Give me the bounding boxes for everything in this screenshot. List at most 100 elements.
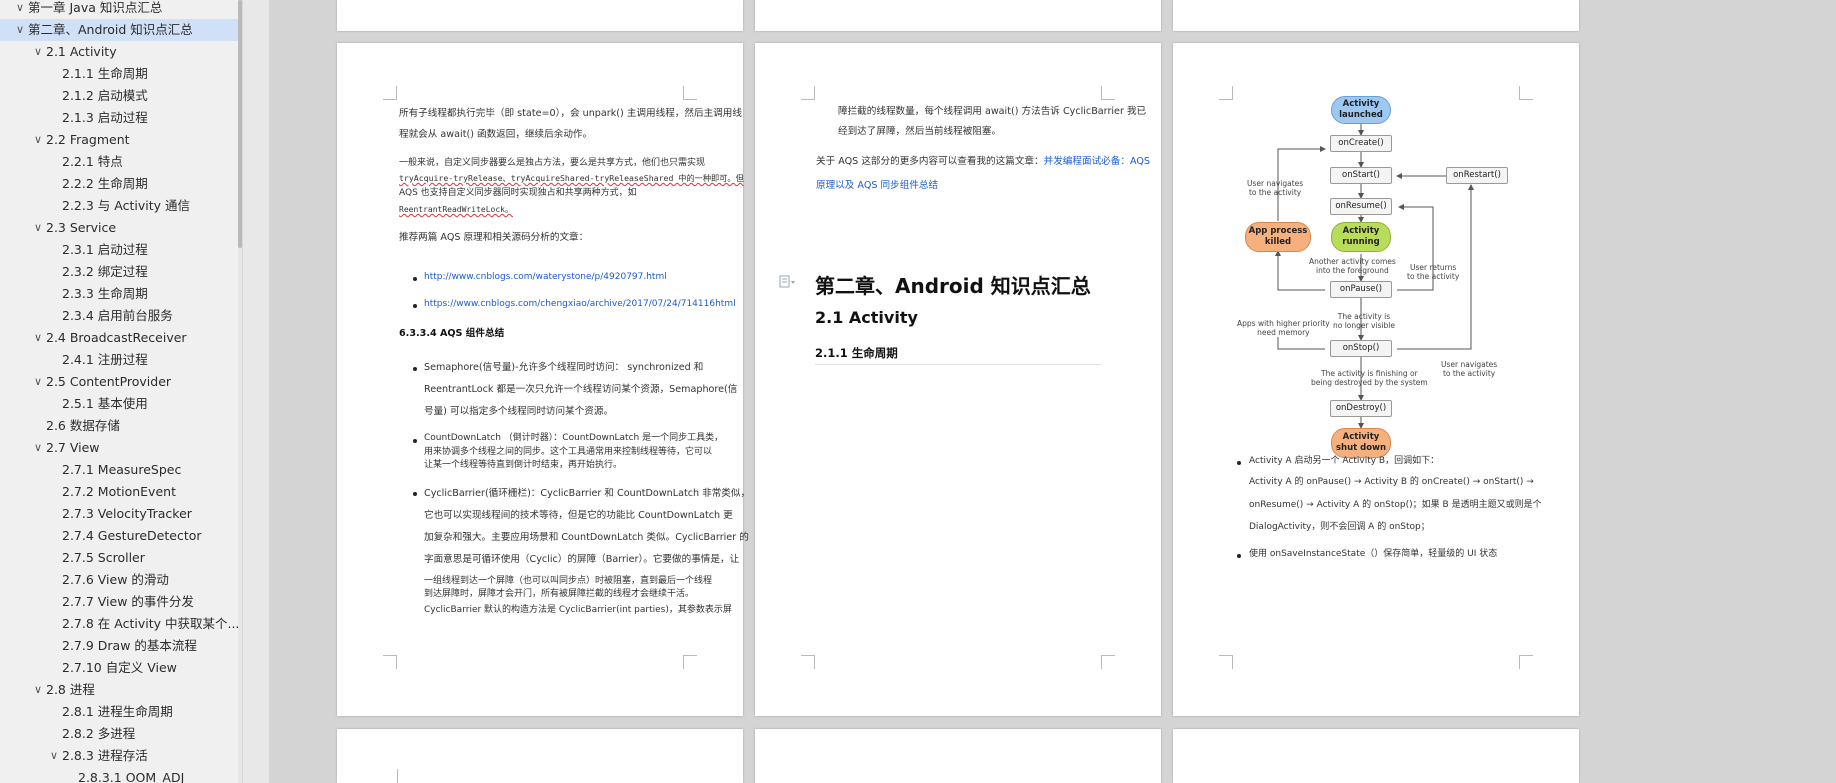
nav-item[interactable]: 2.8.1 进程生命周期 [0,701,241,723]
chevron-down-icon[interactable]: ∨ [30,129,46,151]
bullet-text: CyclicBarrier(循环栅栏)：CyclicBarrier 和 Coun… [424,488,751,499]
nav-item-label: 2.8 进程 [46,682,95,697]
nav-item[interactable]: 2.5.1 基本使用 [0,393,241,415]
activity-launched-node: Activity launched [1331,96,1391,124]
document-map-icon[interactable] [779,274,797,288]
chevron-down-icon[interactable]: ∨ [30,437,46,459]
bullet-text: 号量) 可以指定多个线程同时访问某个资源。 [424,406,614,417]
nav-item[interactable]: 2.3.4 启用前台服务 [0,305,241,327]
nav-item[interactable]: ∨ 2.5 ContentProvider [0,371,241,393]
nav-item[interactable]: ∨ 2.2 Fragment [0,129,241,151]
page-middle: 障拦截的线程数量，每个线程调用 await() 方法告诉 CyclicBarri… [755,43,1161,716]
nav-item[interactable]: ∨ 2.8.3 进程存活 [0,745,241,767]
nav-item[interactable]: 2.7.7 View 的事件分发 [0,591,241,613]
para-text: 推荐两篇 AQS 原理和相关源码分析的文章： [399,232,589,243]
nav-item-label: 2.8.3.1 OOM_ADJ [78,770,185,783]
nav-item[interactable]: 2.3.1 启动过程 [0,239,241,261]
chevron-down-icon[interactable]: ∨ [30,327,46,349]
nav-item[interactable]: 2.3.2 绑定过程 [0,261,241,283]
nav-item[interactable]: 2.1.2 启动模式 [0,85,241,107]
nav-item[interactable]: ∨ 2.1 Activity [0,41,241,63]
document-canvas: 所有子线程都执行完毕（即 state=0），会 unpark() 主调用线程，然… [269,0,1836,783]
chevron-down-icon[interactable]: ∨ [30,217,46,239]
subsection-title: 2.1.1 生命周期 [815,346,898,360]
nav-item[interactable]: 2.7.10 自定义 View [0,657,241,679]
note-user-returns: User returns to the activity [1407,263,1460,281]
nav-item-label: 2.3.1 启动过程 [62,242,148,257]
nav-item[interactable]: ∨ 第一章 Java 知识点汇总 [0,0,241,19]
nav-item[interactable]: 2.1.3 启动过程 [0,107,241,129]
nav-item[interactable]: 2.2.3 与 Activity 通信 [0,195,241,217]
nav-item[interactable]: 2.7.6 View 的滑动 [0,569,241,591]
chevron-down-icon[interactable]: ∨ [12,19,28,41]
nav-item[interactable]: 2.7.2 MotionEvent [0,481,241,503]
nav-item[interactable]: 2.7.1 MeasureSpec [0,459,241,481]
section-title: 2.1 Activity [815,308,918,327]
nav-item[interactable]: ∨ 2.7 View [0,437,241,459]
nav-item[interactable]: 2.7.4 GestureDetector [0,525,241,547]
heading-rule [815,364,1101,365]
onstart-node: onStart() [1330,167,1392,184]
bullet-text: ReentrantLock 都是一次只允许一个线程访问某个资源，Semaphor… [424,384,738,395]
chevron-down-icon[interactable]: ∨ [30,679,46,701]
nav-item-label: 2.7.5 Scroller [62,550,145,565]
nav-item[interactable]: 2.1.1 生命周期 [0,63,241,85]
nav-item[interactable]: ∨ 第二章、Android 知识点汇总 [0,19,241,41]
nav-item[interactable]: ∨ 2.4 BroadcastReceiver [0,327,241,349]
chevron-down-icon[interactable]: ∨ [30,371,46,393]
nav-item-label: 2.4.1 注册过程 [62,352,148,367]
bullet-text: CyclicBarrier 默认的构造方法是 CyclicBarrier(int… [424,605,732,615]
nav-item[interactable]: 2.2.1 特点 [0,151,241,173]
activity-running-node: Activity running [1331,222,1391,252]
onstop-node: onStop() [1330,340,1392,357]
nav-item-label: 2.5.1 基本使用 [62,396,148,411]
nav-item[interactable]: ∨ 2.8 进程 [0,679,241,701]
nav-item-label: 2.4 BroadcastReceiver [46,330,187,345]
nav-scrollbar-thumb[interactable] [238,0,242,248]
nav-item[interactable]: 2.3.3 生命周期 [0,283,241,305]
nav-item[interactable]: 2.7.3 VelocityTracker [0,503,241,525]
nav-item[interactable]: 2.7.8 在 Activity 中获取某个... [0,613,241,635]
nav-item[interactable]: 2.7.9 Draw 的基本流程 [0,635,241,657]
article-link-2[interactable]: https://www.cnblogs.com/chengxiao/archiv… [424,296,736,313]
note-higher-priority: Apps with higher priority need memory [1237,319,1330,337]
navigation-pane: ∨ 第一章 Java 知识点汇总 ∨ 第二章、Android 知识点汇总 ∨ 2.1 Ac… [0,0,243,783]
nav-item[interactable]: 2.2.2 生命周期 [0,173,241,195]
nav-item-label: 第二章、Android 知识点汇总 [28,22,193,37]
para-code: ReentrantReadWriteLock。 [399,205,513,214]
activity-lifecycle-diagram: Activity launched onCreate() onStart() o… [1233,93,1523,493]
nav-item-label: 2.1 Activity [46,44,117,59]
aqs-article-link-cont[interactable]: 原理以及 AQS 同步组件总结 [816,177,938,194]
bullet-text: Semaphore(信号量)-允许多个线程同时访问： synchronized … [424,362,704,373]
bullet-text: 字面意思是可循环使用（Cyclic）的屏障（Barrier）。它要做的事情是，让 [424,554,740,565]
nav-item-label: 2.2.1 特点 [62,154,123,169]
nav-item-label: 2.1.1 生命周期 [62,66,148,81]
para-text: 经到达了屏障，然后当前线程被阻塞。 [838,126,1002,137]
para-text: 关于 AQS 这部分的更多内容可以查看我的这篇文章：并发编程面试必备：AQS [816,156,1150,167]
nav-item[interactable]: 2.7.5 Scroller [0,547,241,569]
page-right: Activity launched onCreate() onStart() o… [1173,43,1579,716]
aqs-article-link[interactable]: 并发编程面试必备：AQS [1044,156,1150,167]
bullet-text: 一组线程到达一个屏障（也可以叫同步点）时被阻塞，直到最后一个线程 [424,576,713,586]
nav-item-label: 2.7.1 MeasureSpec [62,462,182,477]
chevron-down-icon[interactable]: ∨ [46,745,62,767]
nav-item[interactable]: ∨ 2.3 Service [0,217,241,239]
nav-item-label: 2.3 Service [46,220,117,235]
nav-item-label: 2.5 ContentProvider [46,374,172,389]
nav-item-label: 2.7.6 View 的滑动 [62,572,169,587]
bullet-text: DialogActivity，则不会回调 A 的 onStop； [1249,522,1430,532]
bullet-text: CountDownLatch （倒计时器）：CountDownLatch 是一个… [424,433,724,443]
chevron-down-icon[interactable]: ∨ [12,0,28,19]
nav-item-label: 2.8.3 进程存活 [62,748,148,763]
nav-item-label: 2.3.3 生命周期 [62,286,148,301]
nav-item-label: 2.3.4 启用前台服务 [62,308,173,323]
nav-item[interactable]: 2.6 数据存储 [0,415,241,437]
page-bottom-3 [1173,729,1579,783]
nav-item[interactable]: 2.4.1 注册过程 [0,349,241,371]
note-finishing: The activity is finishing or being destr… [1311,369,1428,387]
onpause-node: onPause() [1330,281,1392,298]
nav-item[interactable]: 2.8.2 多进程 [0,723,241,745]
nav-item[interactable]: 2.8.3.1 OOM_ADJ [0,767,241,783]
chevron-down-icon[interactable]: ∨ [30,41,46,63]
article-link-1[interactable]: http://www.cnblogs.com/waterystone/p/492… [424,269,667,286]
